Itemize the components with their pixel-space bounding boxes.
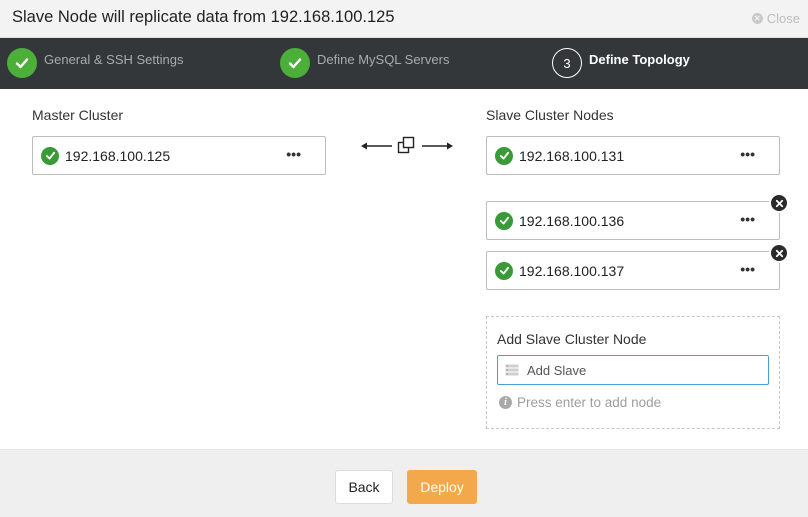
more-options-icon[interactable]: ••• bbox=[740, 147, 755, 161]
slave-node[interactable]: 192.168.100.137 ••• bbox=[486, 243, 789, 290]
more-options-icon[interactable]: ••• bbox=[740, 262, 755, 276]
wizard-steps: General & SSH Settings Define MySQL Serv… bbox=[0, 38, 808, 89]
slave-cluster-heading: Slave Cluster Nodes bbox=[486, 107, 614, 123]
node-ip: 192.168.100.131 bbox=[519, 147, 625, 164]
node-ip: 192.168.100.137 bbox=[519, 262, 625, 279]
check-icon bbox=[280, 48, 310, 78]
master-cluster-heading: Master Cluster bbox=[32, 107, 124, 123]
back-button[interactable]: Back bbox=[335, 470, 393, 504]
node-ip: 192.168.100.125 bbox=[65, 147, 171, 164]
step-label: General & SSH Settings bbox=[44, 52, 184, 67]
info-icon: i bbox=[499, 396, 512, 409]
add-slave-field[interactable] bbox=[497, 355, 769, 385]
add-slave-hint: i Press enter to add node bbox=[499, 395, 661, 410]
more-options-icon[interactable]: ••• bbox=[740, 212, 755, 226]
check-icon bbox=[495, 211, 513, 230]
remove-node-icon[interactable] bbox=[769, 193, 789, 213]
slave-node[interactable]: 192.168.100.131 ••• bbox=[486, 136, 780, 175]
add-slave-input[interactable] bbox=[527, 362, 747, 378]
step-label: Define Topology bbox=[589, 52, 690, 67]
step-topology[interactable]: 3 Define Topology bbox=[552, 48, 690, 78]
step-general-ssh[interactable]: General & SSH Settings bbox=[7, 48, 183, 78]
step-number: 3 bbox=[552, 48, 582, 78]
add-slave-panel: Add Slave Cluster Node i Press enter to … bbox=[486, 316, 780, 429]
close-icon: ✕ bbox=[751, 13, 763, 24]
remove-node-icon[interactable] bbox=[769, 243, 789, 263]
master-node[interactable]: 192.168.100.125 ••• bbox=[32, 136, 326, 175]
server-list-icon bbox=[505, 364, 519, 376]
dialog-titlebar: Slave Node will replicate data from 192.… bbox=[0, 0, 808, 38]
hint-text: Press enter to add node bbox=[517, 395, 662, 410]
check-icon bbox=[41, 146, 59, 165]
node-ip: 192.168.100.136 bbox=[519, 212, 625, 229]
step-label: Define MySQL Servers bbox=[317, 52, 450, 67]
check-icon bbox=[7, 48, 37, 78]
more-options-icon[interactable]: ••• bbox=[286, 147, 301, 161]
check-icon bbox=[495, 261, 513, 280]
step-mysql-servers[interactable]: Define MySQL Servers bbox=[280, 48, 449, 78]
add-slave-heading: Add Slave Cluster Node bbox=[497, 331, 647, 347]
deploy-button[interactable]: Deploy bbox=[407, 470, 477, 504]
close-label: Close bbox=[766, 11, 800, 26]
dialog-title: Slave Node will replicate data from 192.… bbox=[12, 8, 395, 26]
check-icon bbox=[495, 146, 513, 165]
dialog-footer: Back Deploy bbox=[0, 449, 808, 517]
slave-node[interactable]: 192.168.100.136 ••• bbox=[486, 193, 789, 240]
close-button[interactable]: ✕ Close bbox=[751, 11, 800, 26]
replication-link-icon bbox=[361, 136, 453, 154]
